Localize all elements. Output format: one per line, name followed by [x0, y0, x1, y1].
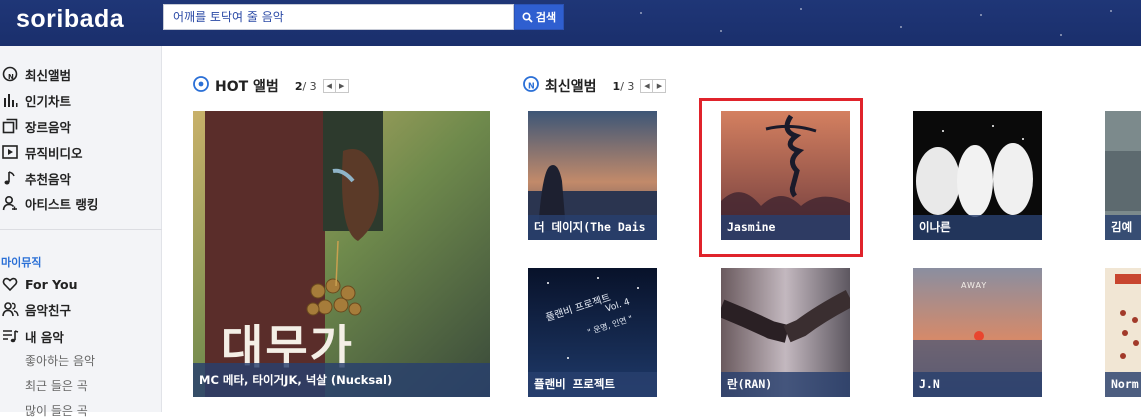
chart-bars-icon — [1, 91, 19, 109]
svg-text:N: N — [8, 73, 14, 81]
sidebar-item-music-video[interactable]: 뮤직비디오 — [0, 141, 83, 163]
hot-album-caption: MC 메타, 타이거JK, 넉살 (Nucksal) — [193, 363, 490, 397]
sidebar-item-label: 최신앨범 — [25, 67, 72, 83]
album-tile-7[interactable]: AWAY J.N — [913, 268, 1042, 397]
top-header: soribada 검색 — [0, 0, 1141, 46]
album-caption-3: 이나른 — [913, 215, 1042, 240]
sidebar-item-label: For You — [25, 276, 78, 292]
sidebar-item-new-albums[interactable]: N 최신앨범 — [0, 63, 71, 85]
playlist-icon — [1, 327, 19, 345]
sidebar-item-label: 내 음악 — [25, 329, 64, 345]
sidebar: N 최신앨범 인기차트 장르음악 뮤직비디오 추천음악 아티스트 랭킹 마이뮤직… — [0, 46, 162, 418]
album-caption-7: J.N — [913, 372, 1042, 397]
hot-icon — [192, 75, 210, 97]
new-album-header: N 최신앨범 1/ 3 ◀ ▶ — [522, 75, 667, 97]
sidebar-item-label: 아티스트 랭킹 — [25, 196, 99, 212]
sidebar-item-label: 뮤직비디오 — [25, 145, 83, 161]
search-button[interactable]: 검색 — [514, 4, 564, 30]
album-caption-1: 더 데이지(The Dais — [528, 215, 657, 240]
sidebar-item-label: 음악친구 — [25, 302, 72, 318]
my-music-heading: 마이뮤직 — [1, 256, 42, 269]
album-caption-5: 플랜비 프로젝트 — [528, 372, 657, 397]
album-tile-1[interactable]: 더 데이지(The Dais — [528, 111, 657, 240]
new-album-section-icon: N — [522, 75, 540, 97]
new-pager: ◀ ▶ — [640, 79, 667, 93]
prev-arrow-icon[interactable]: ◀ — [322, 79, 336, 93]
genre-squares-icon — [1, 117, 19, 135]
hot-album-header: HOT 앨범 2/ 3 ◀ ▶ — [192, 76, 349, 96]
search-icon — [522, 11, 533, 23]
cover7-text: AWAY — [961, 281, 987, 290]
album-tile-5[interactable]: 플랜비 프로젝트 Vol. 4 " 운명, 인연 " 플랜비 프로젝트 — [528, 268, 657, 397]
sidebar-item-friends[interactable]: 음악친구 — [0, 298, 71, 320]
search-button-label: 검색 — [535, 11, 557, 24]
heart-icon — [1, 275, 19, 293]
album-caption-4: 김예 — [1105, 215, 1141, 240]
album-tile-6[interactable]: 란(RAN) — [721, 268, 850, 397]
hot-album-tile[interactable]: 대무가 MC 메타, 타이거JK, 넉살 (Nucksal) — [193, 111, 490, 397]
sidebar-item-chart[interactable]: 인기차트 — [0, 89, 71, 111]
hot-page-indicator: 2/ 3 — [294, 79, 317, 93]
new-album-title[interactable]: 최신앨범 — [545, 76, 597, 96]
album-caption-6: 란(RAN) — [721, 372, 850, 397]
soribada-logo[interactable]: soribada — [16, 5, 124, 34]
sidebar-sub-liked[interactable]: 좋아하는 음악 — [25, 352, 95, 369]
prev-arrow-icon[interactable]: ◀ — [640, 79, 654, 93]
sidebar-item-label: 장르음악 — [25, 119, 72, 135]
svg-text:N: N — [528, 82, 535, 91]
friends-icon — [1, 300, 19, 318]
sidebar-item-artist-ranking[interactable]: 아티스트 랭킹 — [0, 192, 98, 214]
hot-pager: ◀ ▶ — [322, 79, 349, 93]
sidebar-sub-most-played[interactable]: 많이 들은 곡 — [25, 402, 88, 419]
sidebar-item-for-you[interactable]: For You — [0, 273, 78, 295]
new-album-icon: N — [1, 65, 19, 83]
album-caption-8: Norm — [1105, 372, 1141, 397]
play-video-icon — [1, 143, 19, 161]
sidebar-item-genre[interactable]: 장르음악 — [0, 115, 71, 137]
sidebar-item-my-music[interactable]: 내 음악 — [0, 325, 64, 347]
next-arrow-icon[interactable]: ▶ — [653, 79, 667, 93]
sidebar-divider — [0, 229, 162, 230]
album-tile-3[interactable]: 이나른 — [913, 111, 1042, 240]
sidebar-sub-recent[interactable]: 최근 들은 곡 — [25, 377, 88, 394]
new-page-indicator: 1/ 3 — [612, 79, 635, 93]
sidebar-item-label: 인기차트 — [25, 93, 72, 109]
album-tile-4[interactable]: 김예 — [1105, 111, 1141, 240]
artist-ranking-icon — [1, 194, 19, 212]
sidebar-item-label: 추천음악 — [25, 171, 72, 187]
selection-highlight — [699, 98, 863, 257]
next-arrow-icon[interactable]: ▶ — [335, 79, 349, 93]
hot-album-title[interactable]: HOT 앨범 — [215, 76, 279, 96]
sidebar-item-recommend[interactable]: 추천음악 — [0, 167, 71, 189]
album-tile-8[interactable]: Norm — [1105, 268, 1141, 397]
search-input[interactable] — [164, 5, 513, 29]
music-note-icon — [1, 169, 19, 187]
search-field[interactable] — [163, 4, 514, 30]
